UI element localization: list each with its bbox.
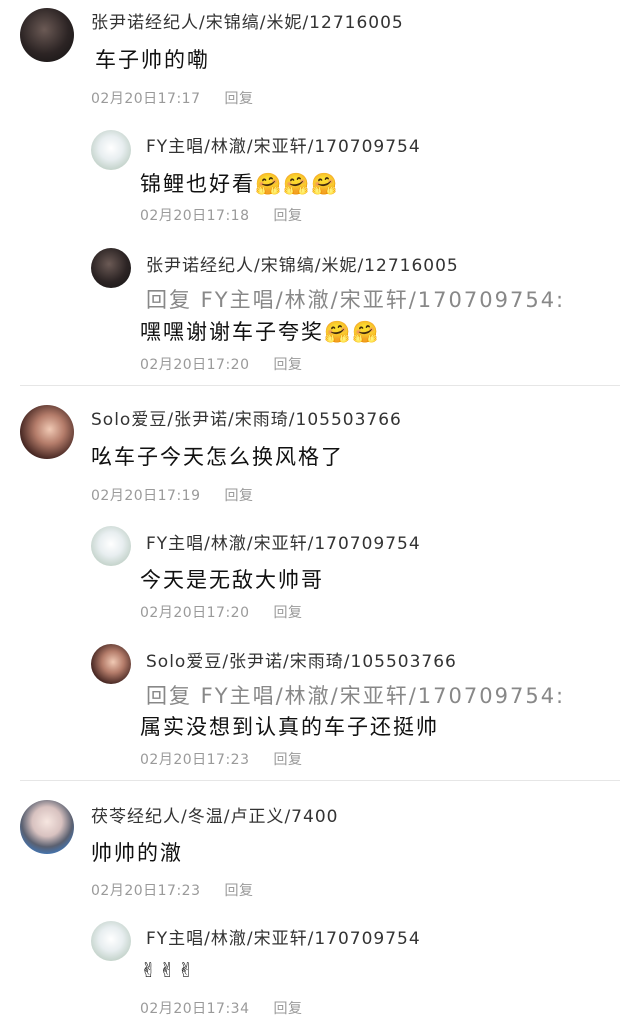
reply-button[interactable]: 回复 — [273, 1001, 302, 1017]
user-avatar[interactable] — [91, 248, 131, 288]
comment-author[interactable]: 张尹诺经纪人/宋锦缟/米妮/12716005 — [91, 8, 404, 33]
comment-meta: 02月20日17:34 回复 — [140, 998, 302, 1018]
user-avatar[interactable] — [91, 130, 131, 170]
comment-meta: 02月20日17:18 回复 — [140, 205, 302, 225]
comment-time: 02月20日17:20 — [140, 605, 250, 621]
comment-meta: 02月20日17:17 回复 — [91, 88, 253, 108]
comment-time: 02月20日17:19 — [91, 488, 201, 504]
reply-button[interactable]: 回复 — [224, 488, 253, 504]
reply-target[interactable]: 回复 FY主唱/林澈/宋亚轩/170709754: — [146, 288, 565, 312]
reply-button[interactable]: 回复 — [273, 208, 302, 224]
user-avatar[interactable] — [20, 800, 74, 854]
comment-time: 02月20日17:17 — [91, 91, 201, 107]
comment-text: 今天是无敌大帅哥 — [140, 568, 324, 592]
comment-text: 吆车子今天怎么换风格了 — [91, 445, 344, 469]
user-avatar[interactable] — [91, 921, 131, 961]
reply-button[interactable]: 回复 — [224, 91, 253, 107]
comment-author[interactable]: Solo爱豆/张尹诺/宋雨琦/105503766 — [91, 405, 402, 430]
comment-text: 属实没想到认真的车子还挺帅 — [140, 715, 439, 739]
comment-author[interactable]: 茯苓经纪人/冬温/卢正义/7400 — [91, 802, 338, 827]
comment-meta: 02月20日17:20 回复 — [140, 602, 302, 622]
comment-time: 02月20日17:23 — [140, 752, 250, 768]
comment-text: 嘿嘿谢谢车子夸奖🤗🤗 — [140, 320, 381, 344]
comment-author[interactable]: FY主唱/林澈/宋亚轩/170709754 — [146, 924, 421, 949]
reply-button[interactable]: 回复 — [273, 605, 302, 621]
user-avatar[interactable] — [20, 405, 74, 459]
comment-author[interactable]: Solo爱豆/张尹诺/宋雨琦/105503766 — [146, 647, 457, 672]
reply-button[interactable]: 回复 — [273, 357, 302, 373]
reply-prefix: 回复 FY主唱/林澈/宋亚轩/170709754: — [146, 284, 565, 314]
reply-button[interactable]: 回复 — [273, 752, 302, 768]
reply-button[interactable]: 回复 — [224, 883, 253, 899]
comment-meta: 02月20日17:23 回复 — [140, 749, 302, 769]
comment-text: 帅帅的澈 — [91, 841, 183, 865]
comment-time: 02月20日17:23 — [91, 883, 201, 899]
user-avatar[interactable] — [91, 526, 131, 566]
comment-text: ✌✌✌ — [140, 958, 197, 982]
comment-time: 02月20日17:20 — [140, 357, 250, 373]
divider — [20, 780, 620, 781]
comment-time: 02月20日17:18 — [140, 208, 250, 224]
divider — [20, 385, 620, 386]
comment-author[interactable]: FY主唱/林澈/宋亚轩/170709754 — [146, 529, 421, 554]
reply-target[interactable]: 回复 FY主唱/林澈/宋亚轩/170709754: — [146, 684, 565, 708]
comment-text: 锦鲤也好看🤗🤗🤗 — [140, 172, 340, 196]
comment-meta: 02月20日17:19 回复 — [91, 485, 253, 505]
comment-author[interactable]: 张尹诺经纪人/宋锦缟/米妮/12716005 — [146, 251, 459, 276]
comment-author[interactable]: FY主唱/林澈/宋亚轩/170709754 — [146, 132, 421, 157]
reply-prefix: 回复 FY主唱/林澈/宋亚轩/170709754: — [146, 680, 565, 710]
user-avatar[interactable] — [91, 644, 131, 684]
comment-meta: 02月20日17:20 回复 — [140, 354, 302, 374]
user-avatar[interactable] — [20, 8, 74, 62]
comment-text: 车子帅的嘞 — [95, 48, 210, 72]
comment-meta: 02月20日17:23 回复 — [91, 880, 253, 900]
comment-time: 02月20日17:34 — [140, 1001, 250, 1017]
